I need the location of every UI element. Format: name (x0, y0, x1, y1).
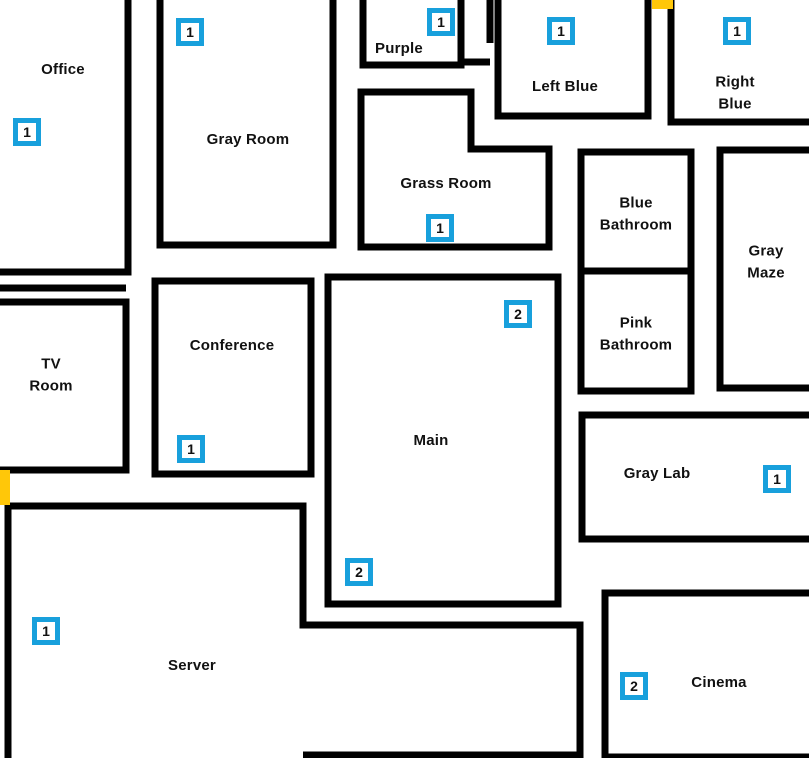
room-outline-server[interactable] (4, 502, 584, 758)
room-outline-blue-bathroom[interactable] (577, 148, 695, 275)
door-left-mid[interactable] (0, 470, 10, 505)
badge-gray-room[interactable]: 1 (176, 18, 204, 46)
floor-plan-walls (0, 0, 809, 758)
room-outline-pink-bathroom[interactable] (577, 267, 695, 395)
badge-conference[interactable]: 1 (177, 435, 205, 463)
badge-main-bottom[interactable]: 2 (345, 558, 373, 586)
floor-plan: Office Gray Room Purple Left Blue Right Blue… (0, 0, 809, 758)
badge-office[interactable]: 1 (13, 118, 41, 146)
badge-gray-lab[interactable]: 1 (763, 465, 791, 493)
badge-right-blue[interactable]: 1 (723, 17, 751, 45)
badge-left-blue[interactable]: 1 (547, 17, 575, 45)
badge-cinema[interactable]: 2 (620, 672, 648, 700)
badge-main-top[interactable]: 2 (504, 300, 532, 328)
room-outline-tv-room[interactable] (0, 298, 130, 474)
badge-purple[interactable]: 1 (427, 8, 455, 36)
badge-server[interactable]: 1 (32, 617, 60, 645)
door-top-right[interactable] (652, 0, 673, 9)
badge-grass-room[interactable]: 1 (426, 214, 454, 242)
room-outline-gray-maze[interactable] (716, 146, 809, 392)
